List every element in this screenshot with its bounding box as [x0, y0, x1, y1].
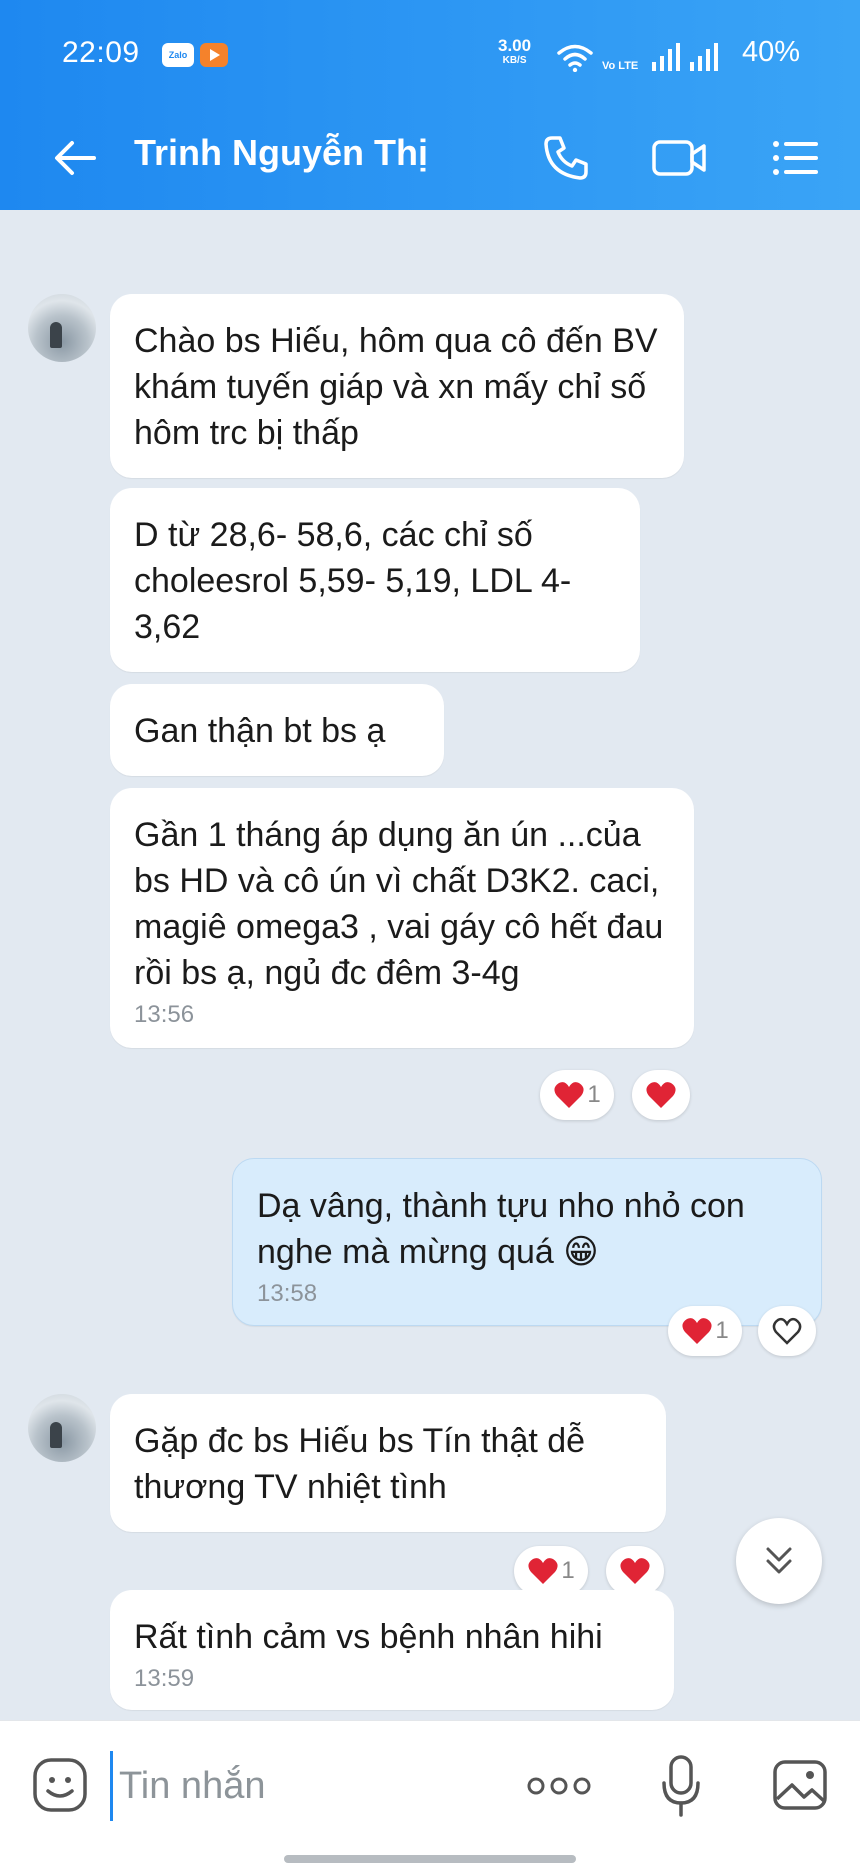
message-time: 13:58 [257, 1280, 318, 1307]
more-options-button[interactable] [524, 1761, 594, 1811]
reaction-summary[interactable]: 1 [514, 1546, 588, 1596]
message-time: 13:59 [134, 1665, 195, 1692]
message-text: Gần 1 tháng áp dụng ăn ún ...của bs HD v… [134, 816, 664, 992]
message-bubble-incoming[interactable]: Chào bs Hiếu, hôm qua cô đến BV khám tuy… [110, 294, 684, 478]
signal-icon-2 [690, 43, 719, 71]
status-time: 22:09 [62, 36, 140, 69]
message-bubble-outgoing[interactable]: Dạ vâng, thành tựu nho nhỏ con nghe mà m… [232, 1158, 822, 1326]
reaction-summary[interactable]: 1 [668, 1306, 742, 1356]
video-call-button[interactable] [650, 130, 710, 186]
send-image-button[interactable] [770, 1755, 830, 1815]
message-input[interactable] [110, 1751, 490, 1821]
voice-call-button[interactable] [538, 130, 594, 186]
reaction-count: 1 [715, 1317, 729, 1344]
zalo-notification-icon: Zalo [162, 43, 194, 67]
video-notification-icon [200, 43, 228, 67]
message-time: 13:56 [134, 1001, 195, 1028]
heart-icon [554, 1082, 584, 1108]
message-list[interactable]: Chào bs Hiếu, hôm qua cô đến BV khám tuy… [0, 210, 860, 1720]
home-indicator[interactable] [284, 1855, 576, 1863]
message-text: Rất tình cảm vs bệnh nhân hihi [134, 1618, 603, 1656]
heart-icon [682, 1318, 712, 1344]
heart-icon [620, 1558, 650, 1584]
message-bubble-incoming[interactable]: Gan thận bt bs ạ [110, 684, 444, 776]
app-bar: Trinh Nguyễn Thị [0, 110, 860, 210]
message-bubble-incoming[interactable]: D từ 28,6- 58,6, các chỉ số choleesrol 5… [110, 488, 640, 672]
message-bubble-incoming[interactable]: Gặp đc bs Hiếu bs Tín thật dễ thương TV … [110, 1394, 666, 1532]
microphone-icon [662, 1755, 700, 1817]
battery-level: 40% [742, 36, 801, 68]
message-bubble-incoming[interactable]: Gần 1 tháng áp dụng ăn ún ...của bs HD v… [110, 788, 694, 1048]
message-composer [0, 1720, 860, 1874]
volte-indicator: Vo LTE [602, 60, 639, 72]
react-button[interactable] [632, 1070, 690, 1120]
chat-header: 22:09 Zalo 3.00 KB/S Vo LTE 40% Trinh Ng… [0, 0, 860, 210]
react-button[interactable] [606, 1546, 664, 1596]
heart-outline-icon [772, 1317, 802, 1345]
video-camera-icon [652, 140, 706, 176]
message-text: Gan thận bt bs ạ [134, 712, 386, 750]
reaction-count: 1 [561, 1557, 575, 1584]
status-icons: Vo LTE [556, 36, 722, 72]
image-icon [773, 1760, 827, 1810]
signal-icon [652, 43, 681, 71]
emoji-button[interactable] [30, 1755, 90, 1815]
back-button[interactable] [48, 130, 104, 186]
reaction-count: 1 [587, 1081, 601, 1108]
status-bar: 22:09 Zalo 3.00 KB/S Vo LTE 40% [0, 0, 860, 110]
contact-name[interactable]: Trinh Nguyễn Thị [134, 132, 428, 174]
voice-message-button[interactable] [656, 1751, 706, 1821]
more-dots-icon [527, 1777, 591, 1795]
reaction-summary[interactable]: 1 [540, 1070, 614, 1120]
message-text: Gặp đc bs Hiếu bs Tín thật dễ thương TV … [134, 1422, 586, 1506]
message-text: Chào bs Hiếu, hôm qua cô đến BV khám tuy… [134, 322, 658, 452]
emoji-icon [33, 1758, 87, 1812]
network-speed: 3.00 KB/S [498, 37, 531, 68]
message-text: D từ 28,6- 58,6, các chỉ số choleesrol 5… [134, 516, 572, 646]
react-button[interactable] [758, 1306, 816, 1356]
double-chevron-down-icon [766, 1547, 792, 1574]
scroll-to-bottom-button[interactable] [736, 1518, 822, 1604]
message-bubble-incoming[interactable]: Rất tình cảm vs bệnh nhân hihi 13:59 [110, 1590, 674, 1710]
back-arrow-icon [55, 141, 96, 175]
network-speed-unit: KB/S [502, 55, 527, 66]
chat-menu-button[interactable] [764, 130, 824, 186]
heart-icon [646, 1082, 676, 1108]
heart-icon [528, 1558, 558, 1584]
contact-avatar[interactable] [28, 294, 96, 362]
contact-avatar[interactable] [28, 1394, 96, 1462]
wifi-icon [557, 44, 593, 72]
phone-icon [544, 136, 588, 180]
menu-list-icon [773, 141, 818, 175]
message-text: Dạ vâng, thành tựu nho nhỏ con nghe mà m… [257, 1187, 745, 1271]
